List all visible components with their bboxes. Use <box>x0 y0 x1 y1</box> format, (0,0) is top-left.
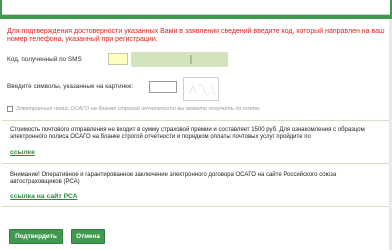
paper-policy-label: Электронный полис ОСАГО на бланке строго… <box>16 106 261 112</box>
cancel-button[interactable]: Отмена <box>71 229 105 244</box>
rsa-link[interactable]: ссылка на сайт РСА <box>10 193 78 200</box>
confirm-button[interactable]: Подтвердить <box>9 229 63 244</box>
captcha-glyphs-icon <box>188 84 216 96</box>
divider <box>2 120 389 121</box>
sms-code-label: Код, полученный по SMS <box>7 56 82 63</box>
sms-resend-area[interactable] <box>131 52 228 67</box>
paper-policy-checkbox[interactable] <box>7 106 13 112</box>
sms-code-input[interactable] <box>108 53 128 65</box>
dialog-top-strip <box>2 0 390 15</box>
sample-link[interactable]: ссылке <box>10 149 35 156</box>
confirmation-dialog: Для подтверждения достоверности указанны… <box>0 0 392 250</box>
verification-notice: Для подтверждения достоверности указанны… <box>7 28 385 43</box>
captcha-label: Введите символы, указанные на картинке: <box>7 83 134 90</box>
postal-info-text: Стоимость почтового отправления не входи… <box>10 127 365 141</box>
sms-resend-indicator <box>190 55 192 64</box>
captcha-image <box>183 77 219 101</box>
rsa-info-text: Внимание! Оперативное и гарантированное … <box>10 172 337 186</box>
divider <box>2 206 389 207</box>
divider <box>2 163 389 164</box>
captcha-input[interactable] <box>149 81 177 93</box>
